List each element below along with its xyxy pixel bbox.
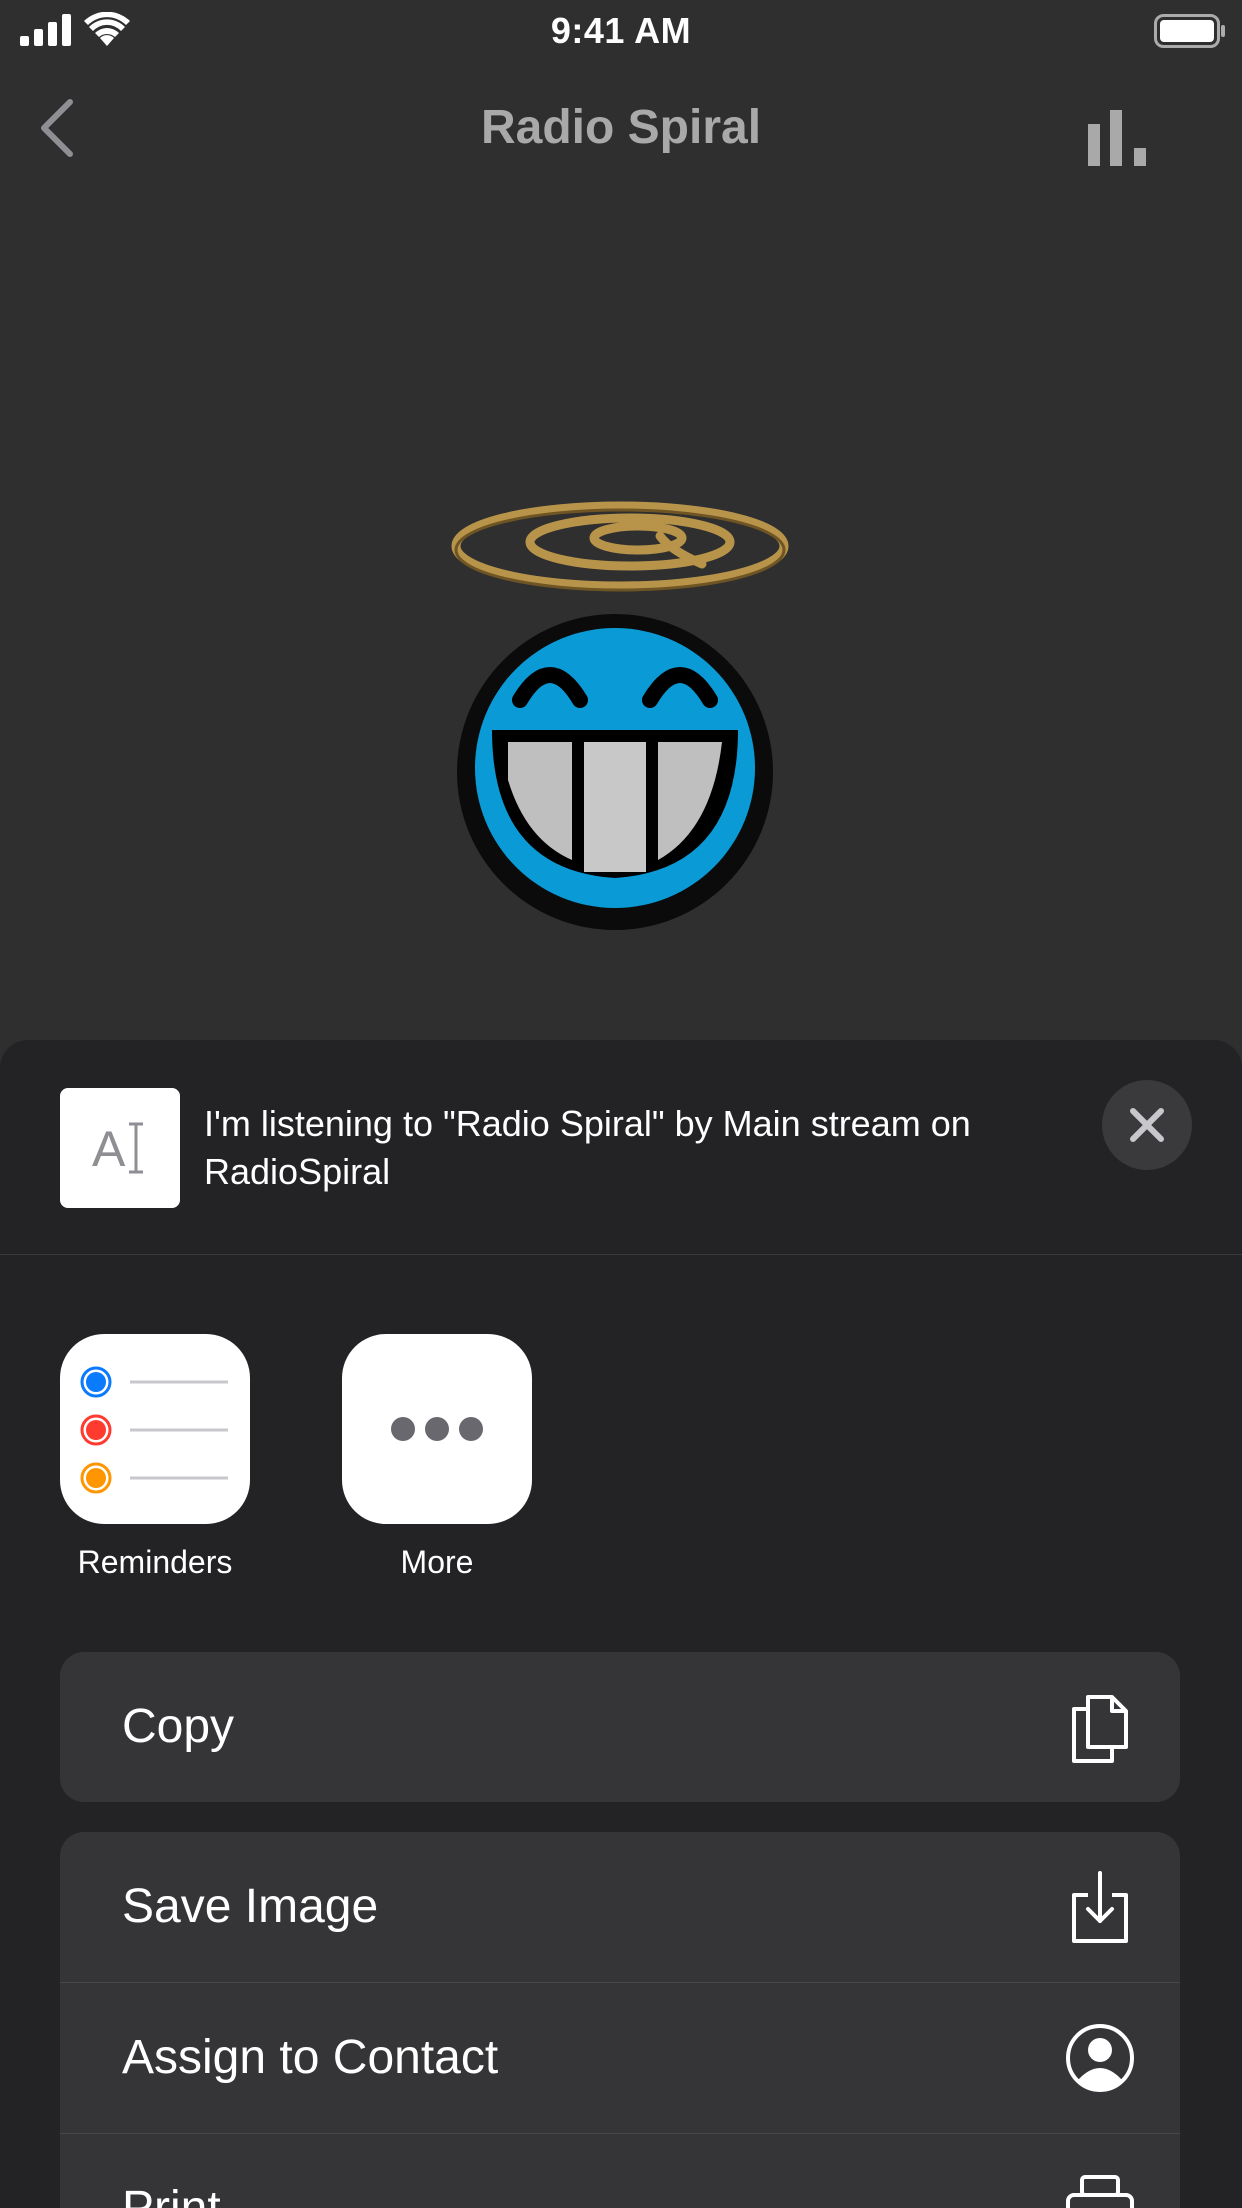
- share-sheet-header: A I'm listening to "Radio Spiral" by Mai…: [0, 1040, 1242, 1255]
- bar-chart-icon[interactable]: [1088, 110, 1152, 166]
- app-label-reminders: Reminders: [77, 1544, 233, 1580]
- reminders-icon: [60, 1334, 250, 1524]
- print-icon: [1066, 2175, 1134, 2208]
- navigation-bar: Radio Spiral: [0, 62, 1242, 192]
- share-preview-thumbnail: A: [60, 1088, 180, 1208]
- contact-icon: [1066, 2024, 1134, 2092]
- share-preview-text: I'm listening to "Radio Spiral" by Main …: [204, 1103, 971, 1192]
- save-image-icon: [1072, 1871, 1128, 1943]
- text-document-icon: A: [92, 1121, 143, 1176]
- share-sheet: A I'm listening to "Radio Spiral" by Mai…: [0, 1040, 1242, 2208]
- app-more[interactable]: More: [342, 1334, 532, 1581]
- action-label-copy: Copy: [122, 1700, 235, 1753]
- action-group-copy: Copy: [60, 1652, 1180, 1802]
- action-label-print: Print: [122, 2134, 221, 2208]
- close-button[interactable]: [1102, 1080, 1192, 1170]
- action-label-assign-contact: Assign to Contact: [122, 2031, 499, 2084]
- smiley-face-icon: [457, 614, 773, 930]
- app-label-more: More: [400, 1544, 474, 1580]
- screen: 9:41 AM Radio Spiral A I'm listening to …: [0, 0, 1242, 2208]
- action-group-media: Save Image Assign to Contact Print: [60, 1832, 1180, 2208]
- close-icon: [1130, 1108, 1164, 1142]
- svg-text:A: A: [92, 1121, 126, 1176]
- copy-icon: [1072, 1695, 1128, 1763]
- app-reminders[interactable]: Reminders: [60, 1334, 250, 1581]
- page-title: Radio Spiral: [480, 101, 762, 154]
- more-icon: [342, 1334, 532, 1524]
- action-label-save-image: Save Image: [122, 1880, 379, 1933]
- assign-to-contact-action[interactable]: Assign to Contact: [60, 1982, 1180, 2133]
- station-artwork: [451, 501, 789, 930]
- battery-icon: [1154, 14, 1225, 48]
- copy-action[interactable]: Copy: [60, 1652, 1180, 1802]
- save-image-action[interactable]: Save Image: [60, 1832, 1180, 1982]
- status-time: 9:41 AM: [550, 10, 692, 51]
- status-bar: 9:41 AM: [0, 0, 1242, 62]
- print-action[interactable]: Print: [60, 2133, 1180, 2208]
- spiral-halo-icon: [451, 501, 789, 591]
